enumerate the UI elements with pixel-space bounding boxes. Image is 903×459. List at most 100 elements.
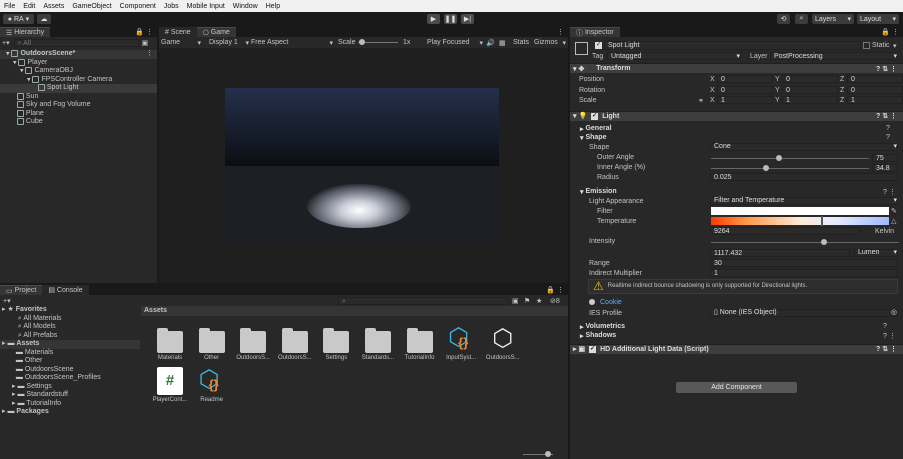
object-name-input[interactable]: Spot Light (604, 41, 861, 50)
asset-item[interactable]: OutdoorsS... (275, 321, 315, 361)
light-enabled-checkbox[interactable]: ✓ (591, 112, 599, 120)
history-button[interactable]: ⟲ (777, 14, 790, 24)
cloud-button[interactable]: ☁ (37, 14, 51, 24)
grid-icon[interactable]: ▦ (499, 39, 506, 47)
temperature-marker[interactable] (821, 215, 824, 226)
cookie-row[interactable]: Cookie (589, 299, 622, 306)
component-menu-icons[interactable]: ? ⇅ ⋮ (876, 345, 897, 353)
help-icon[interactable]: ? (886, 134, 890, 141)
transform-x-input[interactable]: 1 (717, 96, 773, 104)
hierarchy-item[interactable]: ▾ CameraOBJ (0, 67, 157, 76)
transform-y-input[interactable]: 1 (782, 96, 838, 104)
game-viewport[interactable] (225, 88, 499, 244)
filter-icon[interactable]: ▣ (142, 39, 149, 47)
transform-z-input[interactable]: 1 (847, 96, 903, 104)
add-component-button[interactable]: Add Component (676, 382, 797, 393)
project-tree-item[interactable]: ▸ ▬ TutorialInfo (0, 400, 140, 409)
account-dropdown[interactable]: ● RA ▾ (3, 14, 34, 24)
scale-slider[interactable] (358, 39, 398, 45)
shape-section[interactable]: ▾ Shape (580, 134, 606, 142)
project-search-input[interactable]: ⌕ (338, 296, 508, 305)
transform-y-input[interactable]: 0 (782, 85, 838, 94)
project-tree-item[interactable]: ▬ Other (0, 357, 140, 366)
transform-z-input[interactable]: 0 (847, 75, 903, 83)
hierarchy-search-input[interactable]: ⌕ All (13, 38, 139, 47)
radius-input[interactable]: 0.025 (710, 172, 898, 181)
menu-item-mobile-input[interactable]: Mobile Input (187, 3, 225, 10)
inner-angle-handle[interactable] (763, 164, 770, 171)
project-tree-item[interactable]: ▬ OutdoorsScene_Profiles (0, 374, 140, 383)
asset-item[interactable]: # PlayerCont... (150, 363, 190, 403)
layer-dropdown[interactable]: PostProcessing ▾ (770, 52, 898, 60)
menu-item-assets[interactable]: Assets (43, 3, 64, 10)
more-icon[interactable]: ⋮ (146, 50, 153, 59)
hierarchy-item[interactable]: Cube (0, 118, 157, 127)
inner-angle-input[interactable]: 34.8 (872, 163, 898, 172)
project-tree-item[interactable]: ▸ ★ Favorites (0, 306, 140, 315)
asset-item[interactable]: ⬡ OutdoorsS... (483, 321, 523, 361)
outer-angle-slider[interactable] (711, 154, 869, 161)
game-mode-dropdown[interactable]: Game ▾ (159, 39, 203, 47)
project-tree-item[interactable]: ▬ Materials (0, 349, 140, 358)
project-tree-item[interactable]: ⌕ All Prefabs (0, 332, 140, 341)
hidden-packages-icon[interactable]: ⊘8 (550, 297, 560, 305)
menu-item-window[interactable]: Window (233, 3, 258, 10)
add-icon[interactable]: +▾ (3, 297, 11, 305)
chevron-down-icon[interactable]: ▾ (893, 42, 897, 50)
step-button[interactable]: ▶| (461, 14, 474, 24)
tab-scene[interactable]: # Scene (159, 27, 197, 37)
lock-icon[interactable]: 🔒 (881, 28, 890, 36)
breadcrumb-assets[interactable]: Assets (144, 307, 167, 314)
tab-hierarchy[interactable]: ☰ Hierarchy (0, 27, 51, 37)
component-menu-icons[interactable]: ? ⋮ (883, 188, 896, 196)
lock-icon[interactable]: 🔒 (546, 286, 555, 294)
tab-game[interactable]: ⎔ Game (196, 27, 236, 37)
layout-dropdown[interactable]: Layout ▾ (857, 14, 899, 24)
hierarchy-item[interactable]: Sun (0, 92, 157, 102)
asset-item[interactable]: Other (192, 321, 232, 361)
type-filter-icon[interactable]: ▣ (512, 297, 519, 305)
hierarchy-item[interactable]: Sky and Fog Volume (0, 101, 157, 110)
constrain-proportions-icon[interactable]: ⚭ (698, 97, 704, 105)
tag-dropdown[interactable]: Untagged ▾ (607, 52, 741, 60)
project-tree-item[interactable]: ▸ ▬ Standardstuff (0, 391, 140, 400)
asset-item[interactable]: OutdoorsS... (233, 321, 273, 361)
stats-button[interactable]: Stats (513, 39, 529, 46)
aspect-dropdown[interactable]: Free Aspect ▾ (251, 39, 333, 47)
gizmos-dropdown[interactable]: Gizmos ▾ (534, 39, 566, 47)
hd-light-data-header[interactable]: ▸ ▣ ✓ HD Additional Light Data (Script) … (570, 343, 903, 354)
asset-item[interactable]: Materials (150, 321, 190, 361)
range-input[interactable]: 30 (710, 258, 898, 267)
asset-item[interactable]: Standards... (358, 321, 398, 361)
lock-icon[interactable]: 🔒 (135, 28, 144, 36)
more-icon[interactable]: ⋮ (892, 28, 899, 36)
outer-angle-input[interactable]: 75 (872, 153, 898, 162)
hd-enabled-checkbox[interactable]: ✓ (589, 345, 597, 353)
menu-item-component[interactable]: Component (120, 3, 156, 10)
menu-item-gameobject[interactable]: GameObject (72, 3, 111, 10)
menu-item-help[interactable]: Help (266, 3, 280, 10)
icon-size-handle[interactable] (545, 451, 551, 457)
temperature-input[interactable]: 9264 (710, 226, 860, 235)
project-tree-item[interactable]: ▸ ▬ Settings (0, 383, 140, 392)
help-icon[interactable]: ? (883, 323, 887, 330)
intensity-input[interactable]: 1117.432 (710, 248, 850, 257)
component-menu-icons[interactable]: ? ⇅ ⋮ (876, 65, 897, 73)
display-dropdown[interactable]: Display 1 ▾ (209, 39, 249, 47)
hierarchy-item[interactable]: ▾ FPSController Camera (0, 75, 157, 85)
intensity-handle[interactable] (820, 238, 827, 245)
more-icon[interactable]: ⋮ (146, 28, 153, 36)
hierarchy-item[interactable]: Plane (0, 109, 157, 119)
asset-item[interactable]: TutorialInfo (400, 321, 440, 361)
label-filter-icon[interactable]: ⚑ (524, 297, 530, 305)
add-icon[interactable]: +▾ (2, 39, 10, 47)
scale-slider-handle[interactable] (359, 39, 365, 45)
intensity-unit-dropdown[interactable]: Lumen ▾ (854, 248, 898, 257)
icon-size-slider[interactable] (523, 451, 553, 457)
intensity-slider[interactable] (711, 238, 899, 245)
search-button[interactable]: ⌕ (795, 14, 808, 24)
ies-profile-field[interactable]: ▯ None (IES Object) ◎ (710, 308, 898, 317)
more-icon[interactable]: ⋮ (557, 28, 568, 36)
project-tree-item[interactable]: ⌕ All Materials (0, 315, 140, 324)
asset-item[interactable]: ⬡{} Readme (192, 363, 232, 404)
